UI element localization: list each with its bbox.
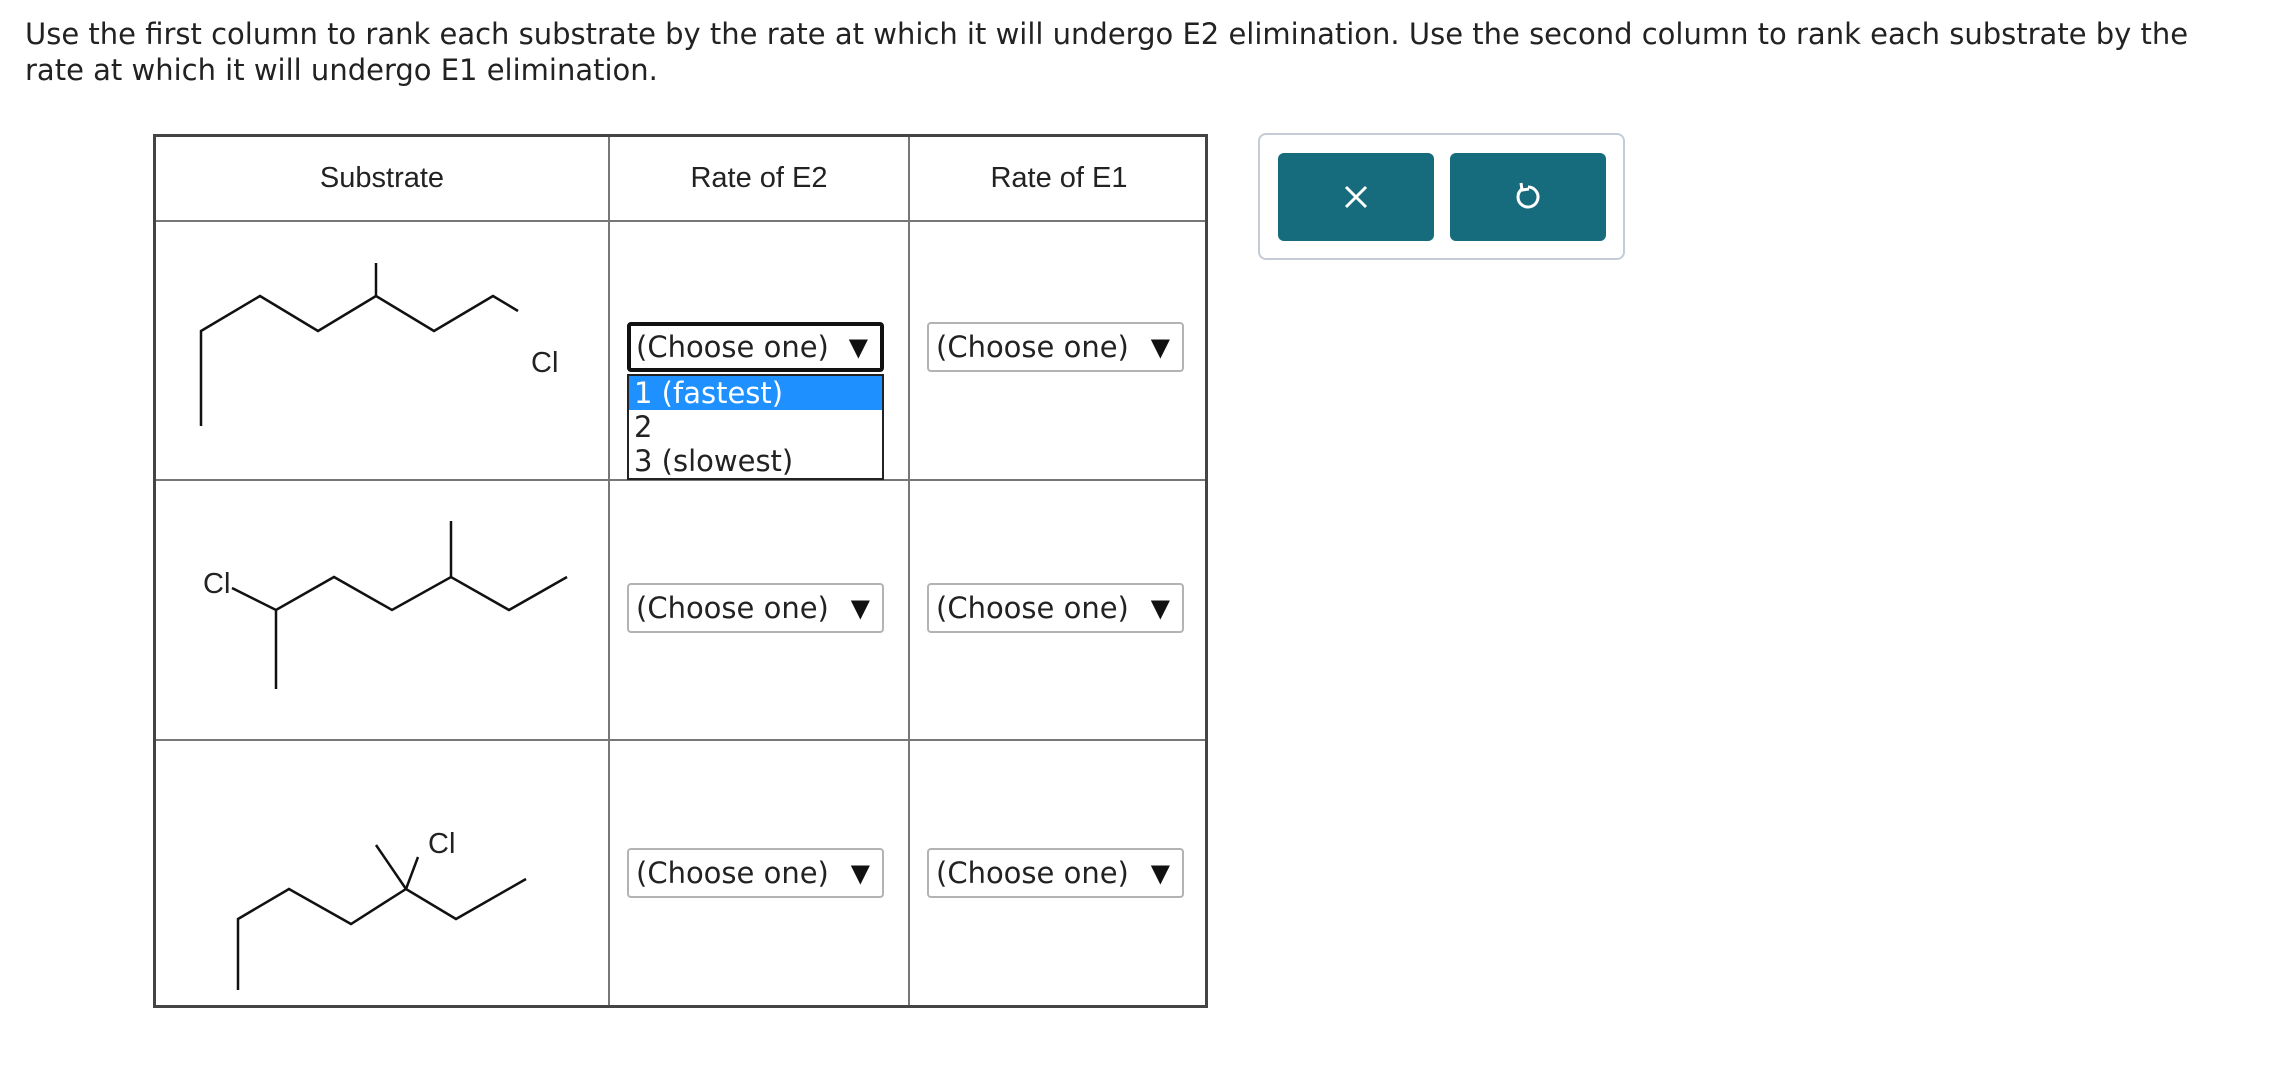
- select-value: (Choose one): [936, 591, 1129, 625]
- clear-button[interactable]: [1278, 153, 1434, 241]
- substrate-3-structure: Cl: [236, 828, 527, 990]
- option-1-fastest[interactable]: 1 (fastest): [629, 376, 882, 410]
- substrate-2-cl-label: Cl: [203, 568, 230, 600]
- dropdown-arrow-icon: ▼: [848, 332, 868, 362]
- header-rate-e2: Rate of E2: [690, 162, 828, 194]
- select-value: (Choose one): [636, 591, 829, 625]
- substrate-2-structure: Cl: [203, 521, 568, 689]
- e2-rank-select-1[interactable]: (Choose one) ▼: [627, 322, 884, 372]
- substrate-1-cl-label: Cl: [531, 347, 558, 379]
- select-value: (Choose one): [636, 330, 829, 364]
- e1-rank-select-1[interactable]: (Choose one) ▼: [927, 322, 1184, 372]
- dropdown-arrow-icon: ▼: [1150, 858, 1170, 888]
- e1-rank-select-3[interactable]: (Choose one) ▼: [927, 848, 1184, 898]
- option-3-slowest[interactable]: 3 (slowest): [629, 444, 882, 478]
- e1-rank-select-2[interactable]: (Choose one) ▼: [927, 583, 1184, 633]
- column-divider: [908, 137, 910, 1005]
- e2-rank-select-2[interactable]: (Choose one) ▼: [627, 583, 884, 633]
- dropdown-arrow-icon: ▼: [850, 593, 870, 623]
- e2-rank-options-list: 1 (fastest) 2 3 (slowest): [627, 374, 884, 480]
- undo-button[interactable]: [1450, 153, 1606, 241]
- header-rate-e1: Rate of E1: [990, 162, 1128, 194]
- dropdown-arrow-icon: ▼: [1150, 593, 1170, 623]
- e2-rank-select-3[interactable]: (Choose one) ▼: [627, 848, 884, 898]
- header-substrate: Substrate: [319, 162, 445, 194]
- select-value: (Choose one): [936, 330, 1129, 364]
- column-divider: [608, 137, 610, 1005]
- select-value: (Choose one): [936, 856, 1129, 890]
- select-value: (Choose one): [636, 856, 829, 890]
- substrate-3-cl-label: Cl: [428, 828, 455, 860]
- x-icon: [1344, 185, 1368, 209]
- dropdown-arrow-icon: ▼: [850, 858, 870, 888]
- undo-icon: [1516, 182, 1540, 209]
- instructions-text: Use the first column to rank each substr…: [25, 17, 2189, 87]
- dropdown-arrow-icon: ▼: [1150, 332, 1170, 362]
- substrate-1-structure: Cl: [199, 263, 558, 426]
- option-2[interactable]: 2: [629, 410, 882, 444]
- answer-toolbar: [1258, 133, 1625, 260]
